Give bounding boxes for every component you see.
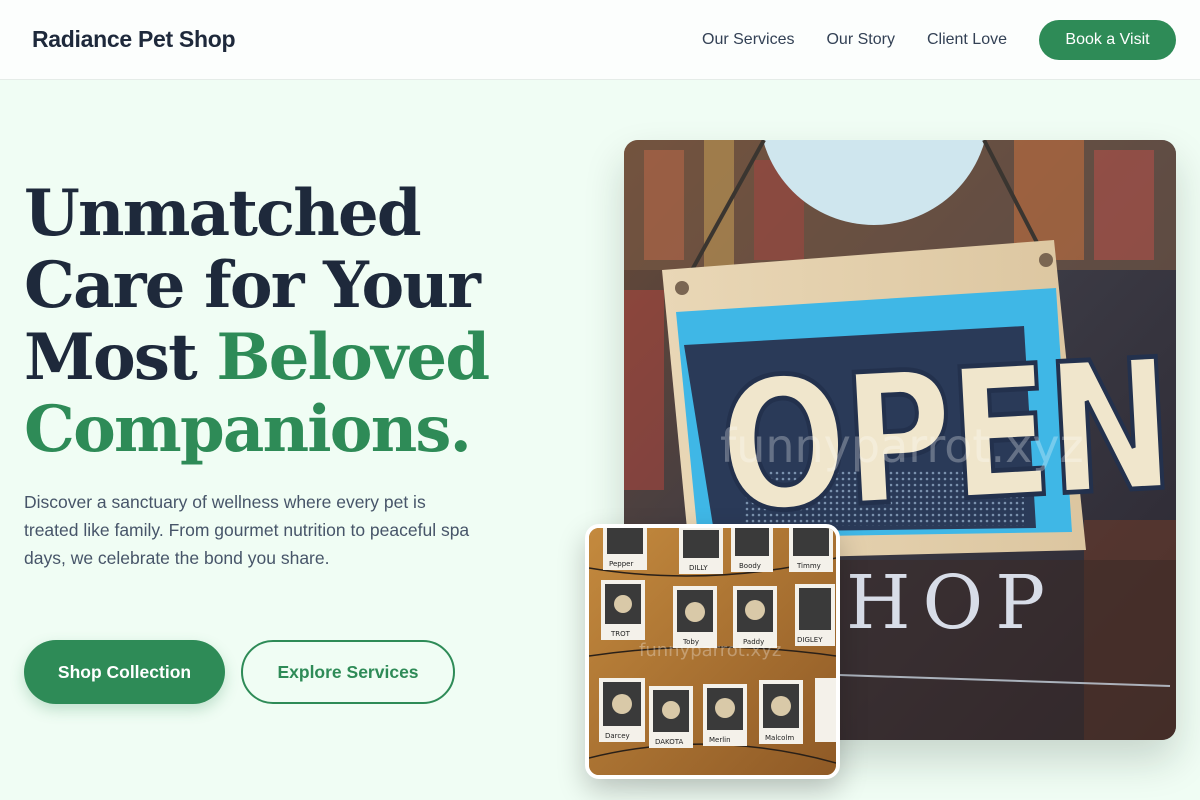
- hero-description: Discover a sanctuary of wellness where e…: [24, 492, 470, 568]
- book-visit-button[interactable]: Book a Visit: [1039, 19, 1176, 60]
- explore-services-button[interactable]: Explore Services: [241, 640, 455, 704]
- window-hop-text: HOP: [846, 560, 1057, 646]
- polaroid-label: DAKOTA: [655, 738, 684, 746]
- hero-title-line-3: Most: [24, 320, 217, 395]
- hero-title-line-2: Care for Your: [24, 248, 481, 323]
- polaroid-label: Timmy: [796, 562, 821, 570]
- hero-title-accent-1: Beloved: [216, 320, 490, 395]
- polaroid-label: Pepper: [609, 560, 633, 568]
- nav-our-story[interactable]: Our Story: [826, 31, 894, 49]
- polaroid-label: DILLY: [689, 564, 708, 572]
- polaroid-label: DIGLEY: [797, 636, 823, 644]
- shop-collection-button[interactable]: Shop Collection: [24, 640, 225, 704]
- site-header: Radiance Pet Shop Our Services Our Story…: [0, 0, 1200, 80]
- polaroid-label: Darcey: [605, 732, 630, 740]
- brand-logo[interactable]: Radiance Pet Shop: [32, 26, 236, 53]
- polaroid-label: Merlin: [709, 736, 731, 744]
- hero-title: Unmatched Care for Your Most Beloved Com…: [24, 178, 544, 466]
- pet-polaroid-wall-photo: Pepper DILLY Boody Timmy TROT Toby Paddy…: [585, 524, 840, 779]
- main-watermark: funnyparrot.xyz: [720, 419, 1084, 473]
- main-nav: Our Services Our Story Client Love Book …: [702, 19, 1176, 60]
- nav-our-services[interactable]: Our Services: [702, 31, 794, 49]
- hero-title-accent-2: Companions.: [24, 392, 472, 467]
- polaroid-label: Boody: [739, 562, 761, 570]
- nav-client-love[interactable]: Client Love: [927, 31, 1007, 49]
- inset-watermark: funnyparrot.xyz: [639, 640, 781, 661]
- polaroid-label: Malcolm: [765, 734, 794, 742]
- hero-title-line-1: Unmatched: [24, 176, 422, 251]
- polaroid-label: TROT: [610, 630, 631, 638]
